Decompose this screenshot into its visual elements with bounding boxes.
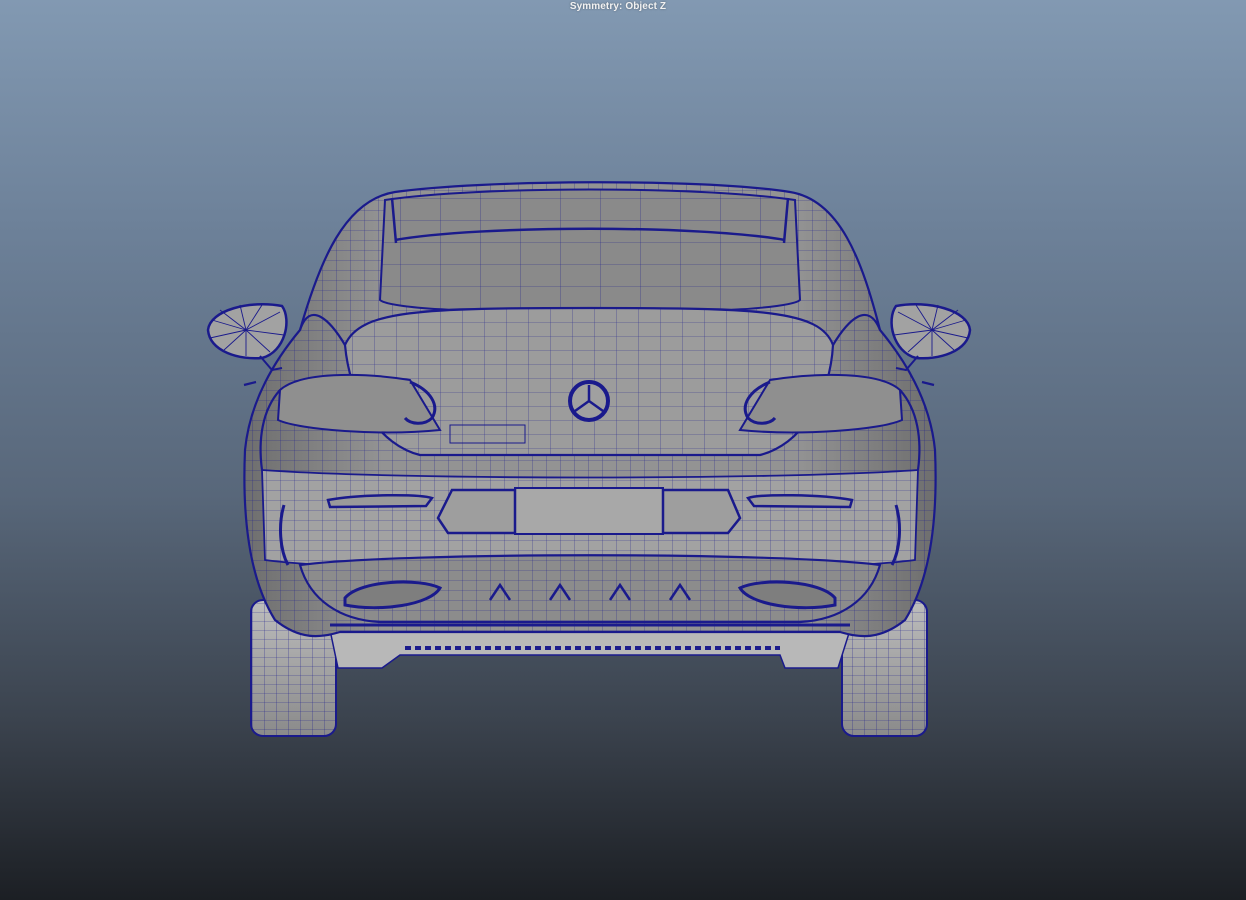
license-plate-recess[interactable] — [436, 487, 742, 535]
emblem-icon[interactable] — [568, 380, 610, 422]
car-model[interactable] — [206, 181, 972, 737]
taillight-right[interactable] — [738, 373, 904, 434]
underbody[interactable] — [329, 629, 852, 669]
rear-window[interactable] — [378, 188, 802, 315]
viewport-3d-canvas[interactable] — [0, 0, 1246, 900]
side-mirror-left[interactable] — [206, 303, 288, 372]
rear-diffuser[interactable] — [298, 554, 882, 627]
taillight-left[interactable] — [276, 373, 442, 434]
